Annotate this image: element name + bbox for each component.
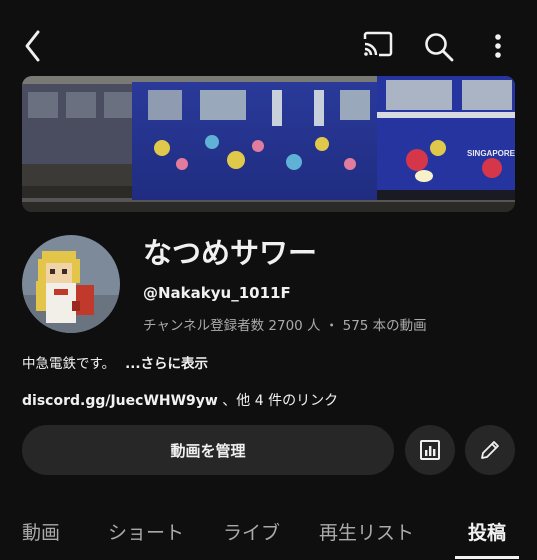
cast-icon[interactable] [362,31,394,59]
back-arrow-icon[interactable] [18,28,48,64]
tab-posts[interactable]: 投稿 [468,518,506,545]
search-icon[interactable] [423,31,455,63]
tab-playlists[interactable]: 再生リスト [319,518,414,545]
analytics-icon [420,440,440,460]
banner-image: SINGAPORE [22,76,515,212]
pencil-icon [481,441,499,459]
banner-text: SINGAPORE [467,149,515,158]
channel-banner: SINGAPORE [22,76,515,212]
show-more-link[interactable]: ...さらに表示 [125,356,208,372]
channel-tabs: 動画 ショート ライブ 再生リスト 投稿 [0,500,537,560]
avatar-image [22,235,120,333]
top-app-bar [0,0,537,76]
channel-description[interactable]: 中急電鉄です。 ...さらに表示 [22,352,208,372]
channel-handle: @Nakakyu_1011F [143,284,291,302]
more-links-text[interactable]: 、他 4 件のリンク [222,393,338,409]
channel-stats: チャンネル登録者数 2700 人 ・ 575 本の動画 [143,318,427,334]
tab-shorts[interactable]: ショート [108,518,184,545]
tab-videos[interactable]: 動画 [22,518,60,545]
discord-link[interactable]: discord.gg/JuecWHW9yw [22,393,218,409]
description-text: 中急電鉄です。 [22,356,116,372]
channel-title: なつめサワー [143,236,318,270]
analytics-button[interactable] [405,425,455,475]
avatar[interactable] [22,235,120,333]
more-vert-icon[interactable] [488,33,508,61]
edit-channel-button[interactable] [465,425,515,475]
channel-links[interactable]: discord.gg/JuecWHW9yw 、他 4 件のリンク [22,390,338,410]
tab-live[interactable]: ライブ [223,518,280,545]
manage-videos-button[interactable]: 動画を管理 [22,425,394,475]
active-tab-indicator [455,556,519,559]
